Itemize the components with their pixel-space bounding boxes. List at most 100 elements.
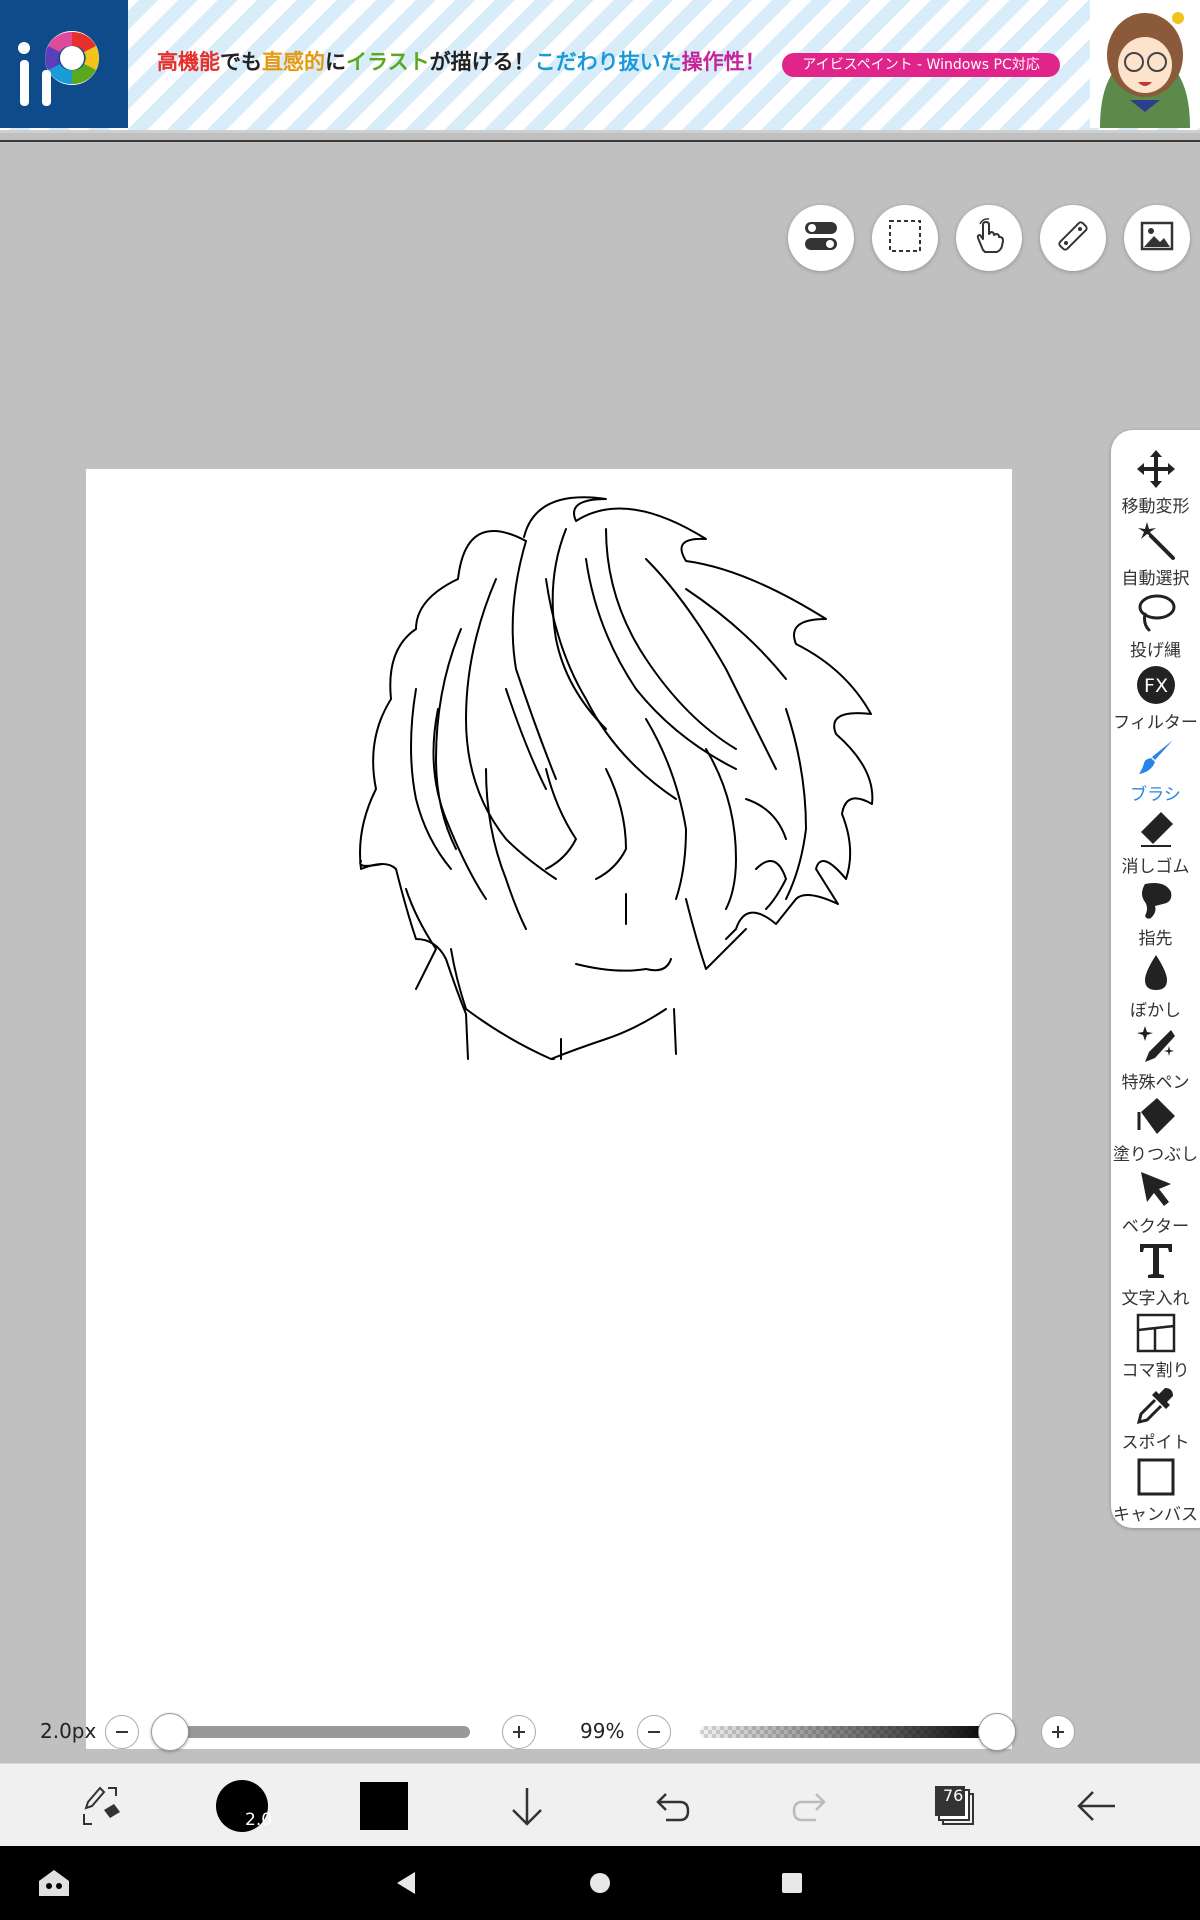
ruler-button[interactable] [1040, 205, 1106, 271]
arrow-down-icon [512, 1787, 542, 1826]
tool-label: 移動変形 [1121, 497, 1190, 517]
ad-badge[interactable]: アイビスペイント - Windows PC対応 [782, 53, 1060, 77]
brush-size-slider[interactable] [170, 1726, 470, 1738]
tool-eyedropper[interactable]: スポイト [1111, 1384, 1200, 1456]
system-nav-bar [0, 1846, 1200, 1920]
brush-eraser-swap-icon [83, 1786, 120, 1825]
ad-segment: でも [220, 50, 262, 74]
ibispaint-logo [0, 0, 128, 128]
layers-button[interactable]: 76 [910, 1764, 1000, 1847]
circle-home-icon [590, 1873, 610, 1893]
size-decrease-button[interactable] [105, 1715, 139, 1749]
triangle-back-icon [397, 1872, 415, 1894]
tool-palette: 移動変形 自動選択 投げ縄 FX フィルター ブラシ 消しゴム 指先 ぼかし 特… [1111, 430, 1200, 1528]
nav-home-button[interactable] [560, 1846, 640, 1920]
svg-text:FX: FX [1144, 675, 1168, 697]
ad-segment: こだわり抜いた [534, 50, 682, 74]
move-icon [1137, 450, 1175, 488]
nav-recents-button[interactable] [752, 1846, 832, 1920]
tool-canvas[interactable]: キャンバス [1111, 1456, 1200, 1528]
selection-icon [885, 216, 925, 260]
opacity-increase-button[interactable] [1041, 1715, 1075, 1749]
opacity-knob[interactable] [978, 1713, 1016, 1751]
arrow-left-icon [1077, 1790, 1115, 1821]
tool-filter[interactable]: FX フィルター [1111, 664, 1200, 736]
tool-text[interactable]: 文字入れ [1111, 1240, 1200, 1312]
tool-label: 投げ縄 [1130, 641, 1181, 661]
tool-frame-divider[interactable]: コマ割り [1111, 1312, 1200, 1384]
special-pen-icon [1137, 1026, 1175, 1062]
tool-label: 塗りつぶし [1112, 1145, 1199, 1165]
tool-label: ブラシ [1130, 785, 1181, 805]
back-button[interactable] [1052, 1764, 1142, 1847]
ad-segment: 高機能 [157, 50, 220, 74]
gesture-hand-icon [969, 216, 1009, 260]
undo-button[interactable] [625, 1764, 715, 1847]
magic-wand-icon [1138, 522, 1175, 560]
tool-smudge[interactable]: 指先 [1111, 880, 1200, 952]
plus-icon [1052, 1726, 1064, 1738]
tool-brush[interactable]: ブラシ [1111, 736, 1200, 808]
tool-special-pen[interactable]: 特殊ペン [1111, 1024, 1200, 1096]
brush-size-label: 2.0px [40, 1719, 97, 1743]
minus-icon [116, 1731, 128, 1733]
ad-segment: 操作性！ [681, 50, 766, 74]
lasso-icon [1138, 594, 1176, 632]
ad-headline: 高機能でも直感的にイラストが描ける！こだわり抜いた操作性！ [157, 46, 766, 76]
brush-eraser-swap-button[interactable] [55, 1764, 145, 1847]
tool-label: フィルター [1113, 713, 1198, 733]
eraser-icon [1141, 812, 1173, 847]
opacity-slider[interactable] [700, 1726, 1000, 1738]
fx-filter-icon: FX [1137, 666, 1175, 704]
color-swatch-button[interactable] [339, 1764, 429, 1847]
ad-segment: が描ける！ [429, 50, 535, 74]
ad-segment: 直感的 [262, 50, 325, 74]
brush-size-knob[interactable] [151, 1713, 189, 1751]
tool-label: コマ割り [1121, 1361, 1190, 1381]
gesture-button[interactable] [956, 205, 1022, 271]
tool-label: スポイト [1121, 1433, 1190, 1453]
ad-segment: に [325, 50, 346, 74]
banner-divider [0, 140, 1200, 142]
tool-vector[interactable]: ベクター [1111, 1168, 1200, 1240]
tool-move[interactable]: 移動変形 [1111, 448, 1200, 520]
ad-character-illustration [1090, 0, 1200, 128]
tool-label: ベクター [1121, 1217, 1190, 1237]
square-recents-icon [782, 1873, 802, 1893]
vector-cursor-icon [1141, 1172, 1171, 1206]
tool-label: キャンバス [1113, 1505, 1198, 1525]
tool-fill[interactable]: 塗りつぶし [1111, 1096, 1200, 1168]
settings-toggle-button[interactable] [788, 205, 854, 271]
tool-eraser[interactable]: 消しゴム [1111, 808, 1200, 880]
blur-drop-icon [1145, 955, 1167, 990]
brush-preview-button[interactable]: 2.0 [197, 1764, 287, 1847]
smudge-finger-icon [1142, 883, 1172, 919]
undo-icon [656, 1792, 690, 1821]
drawing-canvas[interactable] [86, 469, 1012, 1749]
opacity-decrease-button[interactable] [637, 1715, 671, 1749]
eyedropper-icon [1136, 1388, 1173, 1425]
tool-lasso[interactable]: 投げ縄 [1111, 592, 1200, 664]
text-icon [1140, 1244, 1172, 1278]
ad-banner[interactable]: 高機能でも直感的にイラストが描ける！こだわり抜いた操作性！ アイビスペイント -… [0, 0, 1200, 133]
tool-label: 消しゴム [1121, 857, 1190, 877]
size-increase-button[interactable] [502, 1715, 536, 1749]
keyboard-toggle-button[interactable] [14, 1846, 94, 1920]
tool-magic-wand[interactable]: 自動選択 [1111, 520, 1200, 592]
brush-size-value: 2.0 [245, 1810, 273, 1830]
ruler-icon [1053, 216, 1093, 260]
tool-label: 特殊ペン [1121, 1073, 1190, 1093]
tool-label: ぼかし [1130, 1001, 1181, 1021]
opacity-label: 99% [580, 1719, 625, 1743]
fill-bucket-icon [1137, 1098, 1175, 1134]
download-button[interactable] [482, 1764, 572, 1847]
plus-icon [513, 1726, 525, 1738]
redo-icon [792, 1792, 826, 1821]
nav-back-button[interactable] [366, 1846, 446, 1920]
gallery-button[interactable] [1124, 205, 1190, 271]
selection-button[interactable] [872, 205, 938, 271]
tool-blur[interactable]: ぼかし [1111, 952, 1200, 1024]
line-art-drawing [359, 496, 874, 1060]
brush-icon [1139, 740, 1173, 774]
redo-button[interactable] [767, 1764, 857, 1847]
